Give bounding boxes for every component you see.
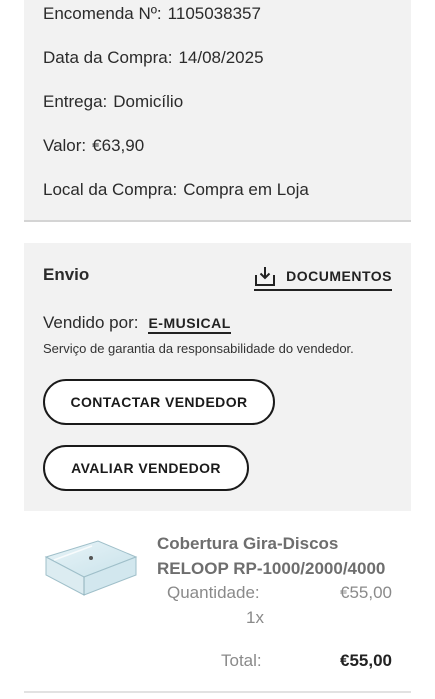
purchase-date-row: Data da Compra: 14/08/2025	[43, 48, 264, 68]
quantity-label: Quantidade:	[167, 583, 260, 602]
unit-price: €55,00	[340, 583, 392, 602]
documents-link[interactable]: DOCUMENTOS	[254, 265, 392, 291]
shipping-card: Envio DOCUMENTOS Vendido por: E-MUSICAL …	[24, 243, 411, 511]
order-number-label: Encomenda Nº:	[43, 4, 162, 23]
warranty-note: Serviço de garantia da responsabilidade …	[43, 341, 354, 356]
delivery-label: Entrega:	[43, 92, 108, 111]
rate-seller-button[interactable]: AVALIAR VENDEDOR	[43, 445, 249, 491]
order-value-label: Valor:	[43, 136, 87, 155]
order-value-value: €63,90	[92, 136, 145, 155]
documents-label: DOCUMENTOS	[286, 268, 392, 284]
product-item: Cobertura Gira-Discos RELOOP RP-1000/200…	[24, 511, 411, 693]
purchase-date-label: Data da Compra:	[43, 48, 173, 67]
contact-seller-button[interactable]: CONTACTAR VENDEDOR	[43, 379, 275, 425]
shipping-title: Envio	[43, 265, 90, 284]
delivery-value: Domicílio	[113, 92, 184, 111]
sold-by-label: Vendido por:	[43, 313, 139, 332]
purchase-place-value: Compra em Loja	[183, 180, 309, 199]
download-tray-icon	[255, 267, 276, 286]
total-value: €55,00	[340, 651, 392, 670]
purchase-place-row: Local da Compra: Compra em Loja	[43, 180, 309, 200]
seller-link[interactable]: E-MUSICAL	[148, 315, 231, 334]
total-label: Total:	[221, 651, 262, 670]
sold-by-row: Vendido por: E-MUSICAL	[43, 313, 231, 334]
purchase-date-value: 14/08/2025	[178, 48, 264, 67]
order-value-row: Valor: €63,90	[43, 136, 144, 156]
turntable-cover-image	[44, 540, 138, 596]
delivery-row: Entrega: Domicílio	[43, 92, 183, 112]
order-number-row: Encomenda Nº: 1105038357	[43, 4, 261, 24]
product-name[interactable]: Cobertura Gira-Discos RELOOP RP-1000/200…	[157, 531, 397, 581]
quantity-value: 1x	[246, 608, 264, 627]
order-details-card: Encomenda Nº: 1105038357 Data da Compra: 1…	[24, 0, 411, 222]
purchase-place-label: Local da Compra:	[43, 180, 178, 199]
order-number-value: 1105038357	[167, 4, 261, 23]
